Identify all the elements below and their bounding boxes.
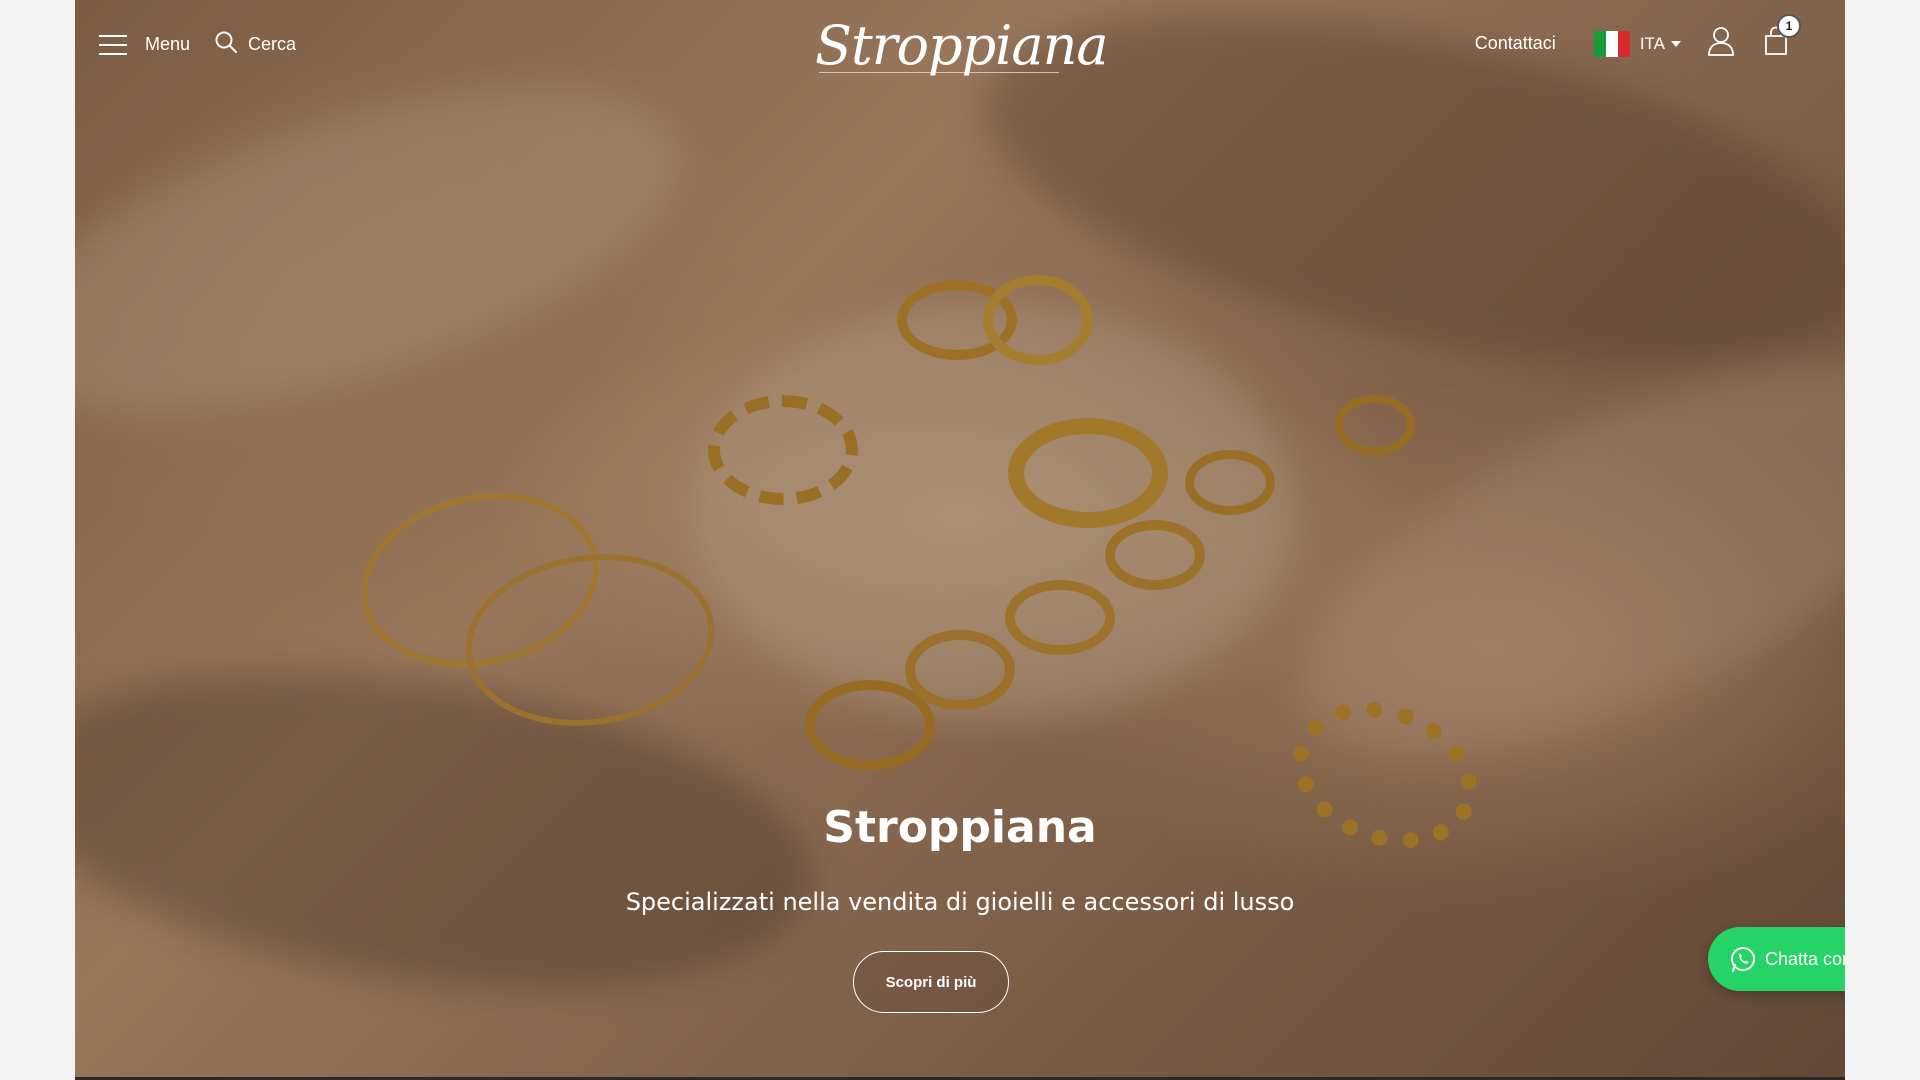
logo-underline (819, 72, 1059, 73)
nav-right-group: Contattaci ITA 1 (1475, 14, 1801, 61)
user-icon[interactable] (1707, 26, 1735, 61)
top-navbar: Menu Cerca Stroppiana Contattaci ITA 1 (75, 0, 1845, 96)
hamburger-icon (99, 34, 127, 55)
hero-title: Stroppiana (823, 802, 1097, 853)
search-button[interactable]: Cerca (214, 30, 296, 59)
menu-label: Menu (145, 34, 191, 54)
shopping-bag-icon (1763, 26, 1789, 60)
nav-left-group: Menu Cerca (99, 30, 296, 59)
hero-subtitle: Specializzati nella vendita di gioielli … (625, 888, 1295, 916)
whatsapp-icon (1729, 945, 1757, 973)
italy-flag-icon (1593, 30, 1630, 57)
cart-count-badge: 1 (1777, 14, 1801, 38)
menu-button[interactable]: Menu (99, 34, 190, 55)
language-selector[interactable]: ITA (1593, 30, 1707, 57)
search-label: Cerca (248, 34, 297, 54)
contact-link[interactable]: Contattaci (1475, 33, 1556, 54)
cart-button[interactable]: 1 (1763, 14, 1801, 61)
language-label: ITA (1639, 33, 1665, 53)
chat-label: Chatta con noi (1764, 948, 1845, 969)
hero-banner: Menu Cerca Stroppiana Contattaci ITA 1 S… (75, 0, 1845, 1077)
whatsapp-chat-button[interactable]: Chatta con noi (1708, 927, 1845, 991)
search-icon (214, 30, 238, 59)
caret-down-icon (1671, 40, 1681, 47)
discover-more-button[interactable]: Scopri di più (853, 951, 1009, 1013)
